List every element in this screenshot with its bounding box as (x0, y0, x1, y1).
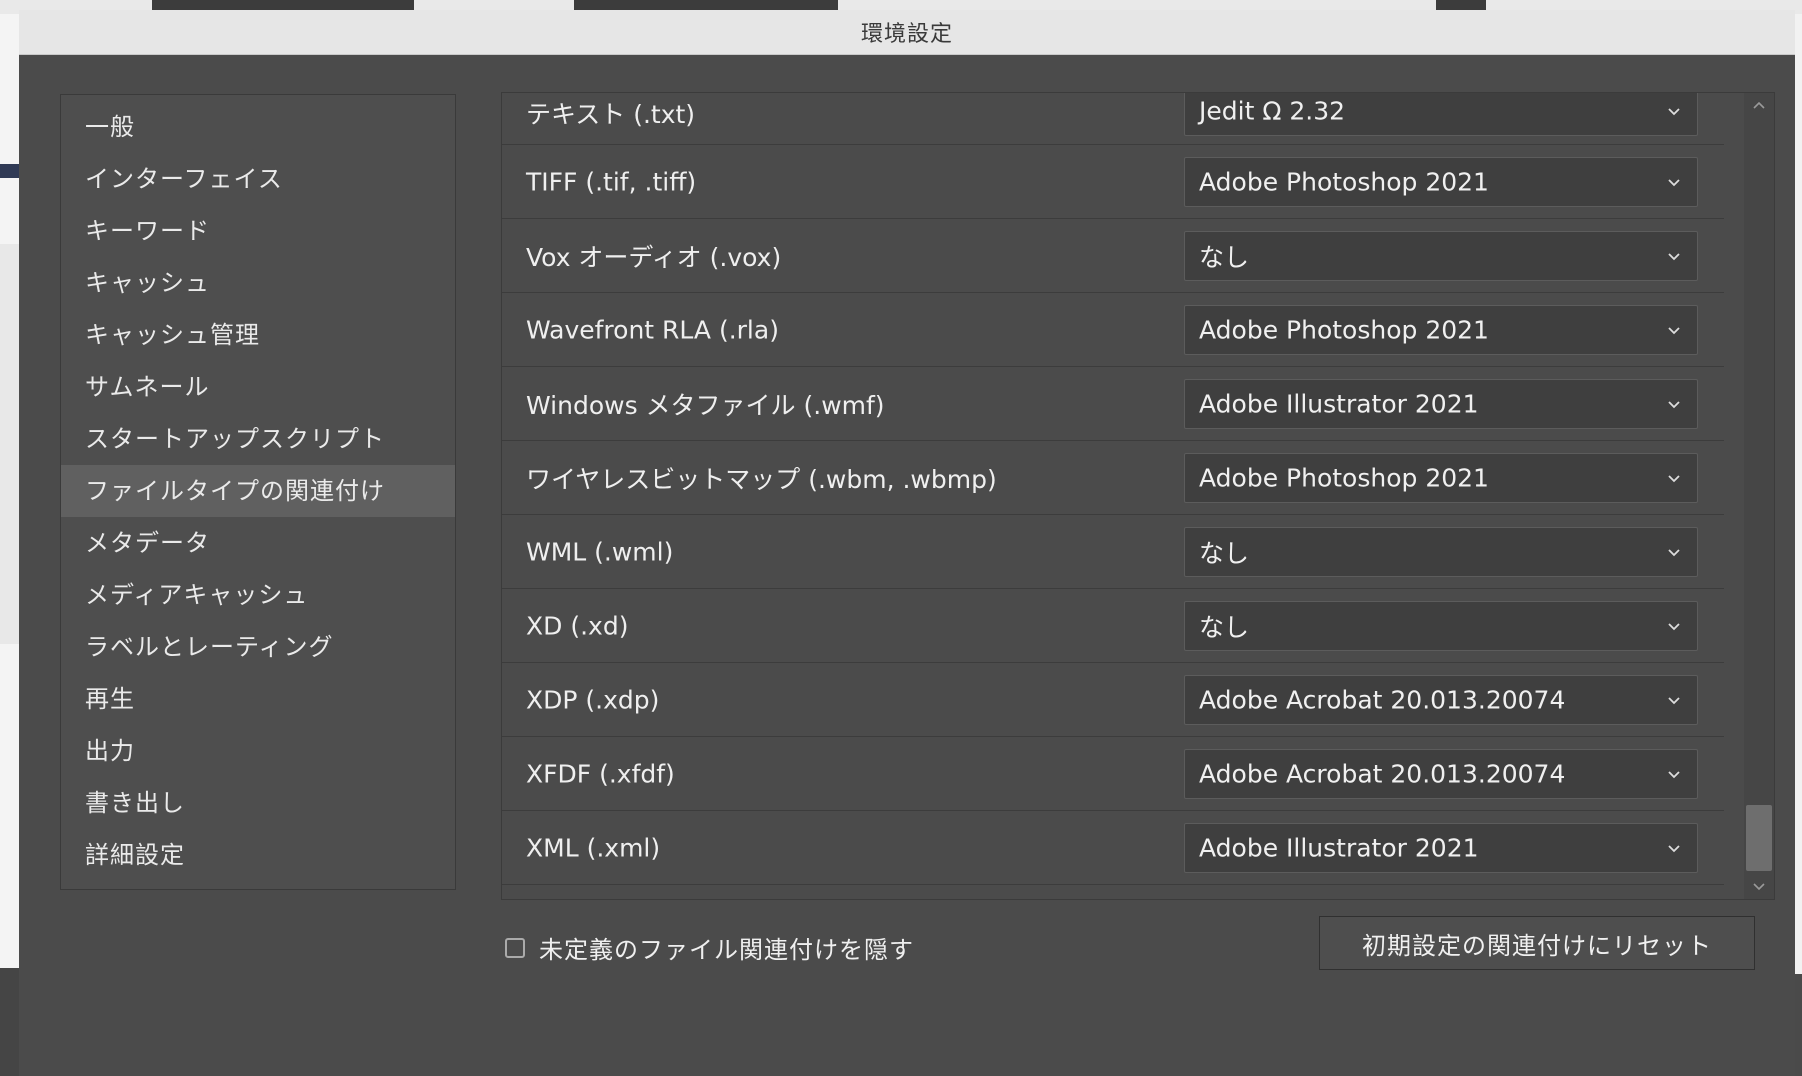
application-select[interactable]: Adobe Illustrator 2021 (1184, 822, 1698, 873)
sidebar-item-export[interactable]: 書き出し (61, 777, 455, 829)
screen: 環境設定 一般 インターフェイス キーワード キャッシュ キャッシュ管理 サムネ… (0, 0, 1802, 1076)
chevron-up-icon[interactable] (1752, 99, 1766, 113)
preferences-window: 環境設定 一般 インターフェイス キーワード キャッシュ キャッシュ管理 サムネ… (19, 10, 1795, 1076)
application-select-value: Adobe Illustrator 2021 (1199, 389, 1479, 418)
chevron-down-icon (1668, 844, 1680, 852)
chevron-down-icon (1668, 178, 1680, 186)
association-row: ワイヤレスビットマップ (.wbm, .wbmp) Adobe Photoshop… (502, 441, 1724, 515)
sidebar-item-interface[interactable]: インターフェイス (61, 153, 455, 205)
application-select-value: なし (1199, 612, 1250, 642)
sidebar-item-labels-ratings[interactable]: ラベルとレーティング (61, 621, 455, 673)
sidebar-item-cache-management[interactable]: キャッシュ管理 (61, 309, 455, 361)
chevron-down-icon (1668, 400, 1680, 408)
sidebar-item-general[interactable]: 一般 (61, 101, 455, 153)
vertical-scrollbar[interactable] (1744, 93, 1774, 899)
sidebar-item-keywords[interactable]: キーワード (61, 205, 455, 257)
application-select[interactable]: なし (1184, 600, 1698, 651)
file-association-list: テキスト (.txt) Jedit Ω 2.32 TIFF (.tif, .tiff… (502, 93, 1724, 885)
file-type-label: Windows メタファイル (.wmf) (526, 390, 885, 420)
file-type-label: XFDF (.xfdf) (526, 759, 675, 788)
application-select-value: Adobe Photoshop 2021 (1199, 463, 1489, 492)
application-select-value: Adobe Photoshop 2021 (1199, 167, 1489, 196)
file-type-label: XML (.xml) (526, 833, 661, 862)
application-select[interactable]: Adobe Photoshop 2021 (1184, 452, 1698, 503)
association-row: Vox オーディオ (.vox) なし (502, 219, 1724, 293)
chevron-down-icon (1668, 326, 1680, 334)
hide-undefined-label: 未定義のファイル関連付けを隠す (539, 936, 914, 964)
sidebar-item-cache[interactable]: キャッシュ (61, 257, 455, 309)
sidebar-item-playback[interactable]: 再生 (61, 673, 455, 725)
chevron-down-icon (1668, 770, 1680, 778)
sidebar-item-thumbnails[interactable]: サムネール (61, 361, 455, 413)
file-type-label: WML (.wml) (526, 537, 674, 566)
preferences-sidebar: 一般 インターフェイス キーワード キャッシュ キャッシュ管理 サムネール スタ… (60, 94, 456, 890)
application-select[interactable]: Adobe Acrobat 20.013.20074 (1184, 748, 1698, 799)
file-type-label: XDP (.xdp) (526, 685, 660, 714)
association-row: TIFF (.tif, .tiff) Adobe Photoshop 2021 (502, 145, 1724, 219)
chevron-down-icon (1668, 108, 1680, 116)
file-type-label: Vox オーディオ (.vox) (526, 242, 782, 272)
sidebar-item-media-cache[interactable]: メディアキャッシュ (61, 569, 455, 621)
hide-undefined-associations-option[interactable]: 未定義のファイル関連付けを隠す (505, 930, 914, 965)
hide-undefined-checkbox[interactable] (505, 937, 525, 958)
application-select[interactable]: Adobe Photoshop 2021 (1184, 304, 1698, 355)
chevron-down-icon[interactable] (1752, 879, 1766, 893)
application-select-value: なし (1199, 242, 1250, 272)
scrollbar-thumb[interactable] (1746, 805, 1772, 871)
background-window-right (1795, 14, 1802, 974)
chevron-down-icon (1668, 474, 1680, 482)
file-type-label: テキスト (.txt) (526, 100, 696, 129)
application-select-value: Adobe Illustrator 2021 (1199, 833, 1479, 862)
association-row: XML (.xml) Adobe Illustrator 2021 (502, 811, 1724, 885)
association-row: Wavefront RLA (.rla) Adobe Photoshop 2021 (502, 293, 1724, 367)
application-select-value: Adobe Acrobat 20.013.20074 (1199, 759, 1566, 788)
sidebar-item-metadata[interactable]: メタデータ (61, 517, 455, 569)
sidebar-item-file-type-associations[interactable]: ファイルタイプの関連付け (61, 465, 455, 517)
application-select[interactable]: なし (1184, 526, 1698, 577)
application-select-value: Adobe Photoshop 2021 (1199, 315, 1489, 344)
association-row: XD (.xd) なし (502, 589, 1724, 663)
window-title: 環境設定 (860, 22, 953, 47)
background-window-left (0, 14, 19, 1076)
sidebar-item-output[interactable]: 出力 (61, 725, 455, 777)
window-titlebar[interactable]: 環境設定 (19, 10, 1795, 55)
chevron-down-icon (1668, 696, 1680, 704)
file-type-label: Wavefront RLA (.rla) (526, 315, 779, 344)
file-association-panel: テキスト (.txt) Jedit Ω 2.32 TIFF (.tif, .tiff… (501, 92, 1775, 900)
application-select[interactable]: なし (1184, 230, 1698, 281)
application-select[interactable]: Adobe Illustrator 2021 (1184, 378, 1698, 429)
application-select-value: Adobe Acrobat 20.013.20074 (1199, 685, 1566, 714)
chevron-down-icon (1668, 252, 1680, 260)
application-select[interactable]: Adobe Photoshop 2021 (1184, 156, 1698, 207)
chevron-down-icon (1668, 622, 1680, 630)
application-select-value: なし (1199, 538, 1250, 568)
sidebar-item-startup-scripts[interactable]: スタートアップスクリプト (61, 413, 455, 465)
file-type-label: XD (.xd) (526, 611, 629, 640)
file-type-label: ワイヤレスビットマップ (.wbm, .wbmp) (526, 464, 997, 494)
chevron-down-icon (1668, 548, 1680, 556)
reset-associations-button[interactable]: 初期設定の関連付けにリセット (1319, 916, 1755, 970)
file-type-label: TIFF (.tif, .tiff) (526, 167, 697, 196)
association-row: テキスト (.txt) Jedit Ω 2.32 (502, 93, 1724, 145)
association-row: XDP (.xdp) Adobe Acrobat 20.013.20074 (502, 663, 1724, 737)
application-select[interactable]: Jedit Ω 2.32 (1184, 93, 1698, 136)
application-select-value: Jedit Ω 2.32 (1199, 96, 1346, 126)
association-row: XFDF (.xfdf) Adobe Acrobat 20.013.20074 (502, 737, 1724, 811)
sidebar-item-advanced[interactable]: 詳細設定 (61, 829, 455, 881)
application-select[interactable]: Adobe Acrobat 20.013.20074 (1184, 674, 1698, 725)
association-row: Windows メタファイル (.wmf) Adobe Illustrator 2… (502, 367, 1724, 441)
association-row: WML (.wml) なし (502, 515, 1724, 589)
